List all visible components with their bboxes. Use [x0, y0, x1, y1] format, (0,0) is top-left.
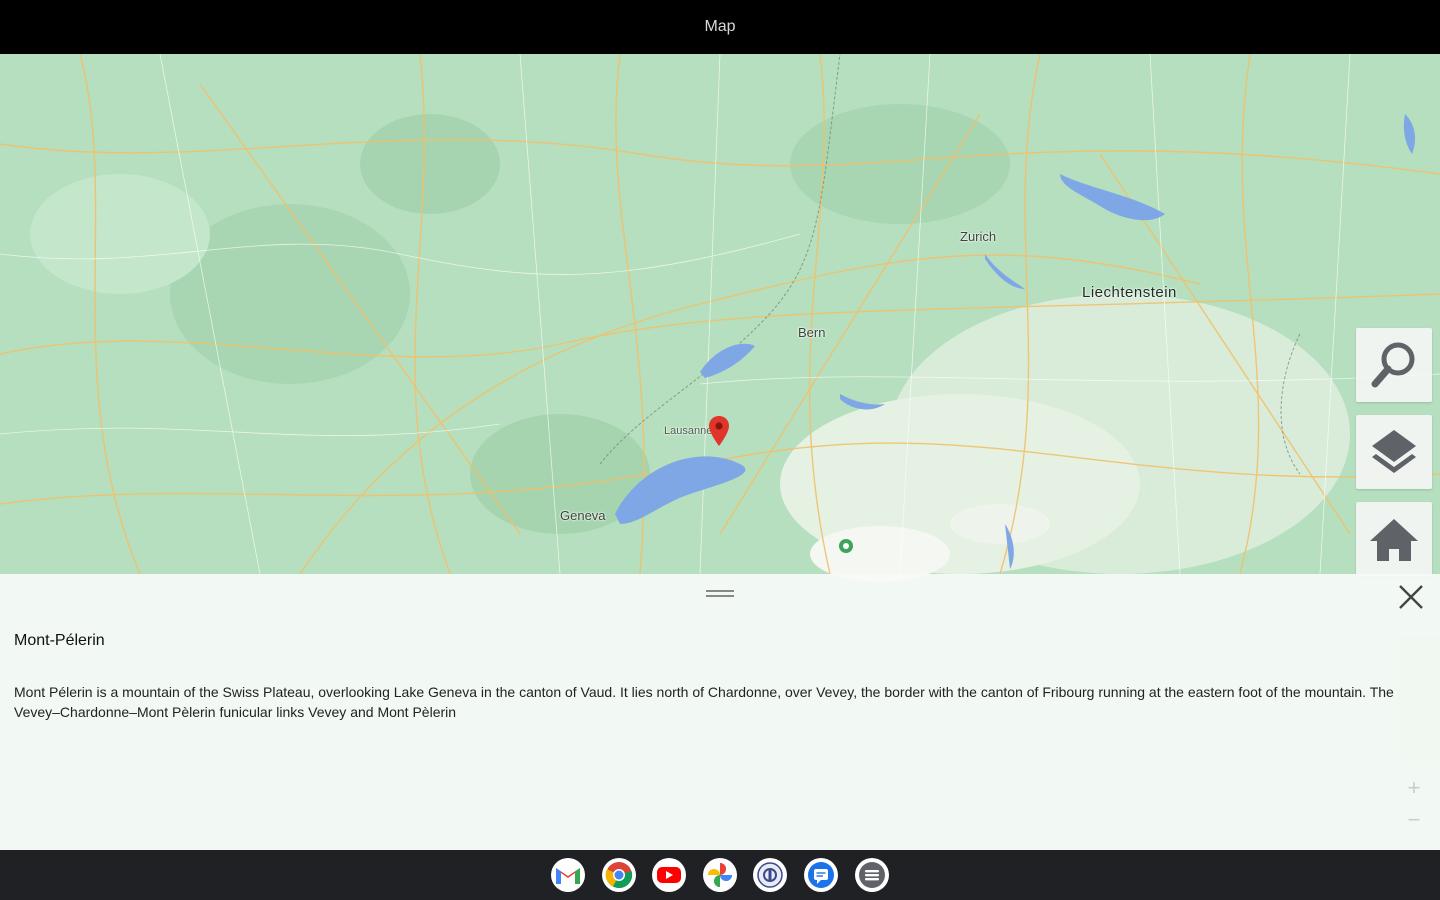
photos-app[interactable] [703, 858, 737, 892]
chrome-icon [605, 862, 633, 889]
close-panel-button[interactable] [1392, 578, 1430, 616]
place-title: Mont-Pélerin [14, 632, 105, 649]
messages-icon [808, 862, 834, 888]
search-icon [1371, 342, 1415, 388]
chrome-app[interactable] [602, 858, 636, 892]
launcher-app[interactable] [855, 858, 889, 892]
search-button[interactable] [1356, 328, 1432, 402]
zoom-in-button[interactable]: + [1398, 774, 1430, 802]
window-title: Map [704, 18, 736, 35]
messages-app[interactable] [804, 858, 838, 892]
panel-drag-handle[interactable] [706, 587, 734, 601]
location-pin-icon[interactable] [708, 416, 730, 448]
layers-button[interactable] [1356, 415, 1432, 489]
close-icon [1399, 585, 1423, 609]
place-info-panel: Mont-Pélerin Mont Pélerin is a mountain … [0, 574, 1440, 850]
map-label-liechtenstein: Liechtenstein [1082, 284, 1177, 301]
map-label-zurich: Zurich [960, 229, 997, 244]
gmail-app[interactable] [551, 858, 585, 892]
youtube-app[interactable] [652, 858, 686, 892]
map-label-geneva: Geneva [560, 508, 606, 523]
photos-icon [708, 863, 732, 887]
youtube-icon [657, 867, 681, 883]
layers-icon [1372, 430, 1416, 473]
zoom-out-button[interactable]: − [1398, 806, 1430, 834]
home-icon [1370, 519, 1418, 561]
settings-app[interactable] [753, 858, 787, 892]
gmail-icon [556, 868, 580, 884]
map-label-bern: Bern [798, 325, 826, 340]
app-icon [757, 862, 783, 888]
place-description: Mont Pélerin is a mountain of the Swiss … [14, 684, 1394, 720]
map-label-lausanne: Lausanne [664, 425, 713, 437]
home-button[interactable] [1356, 502, 1432, 576]
window-titlebar: Map [0, 0, 1440, 54]
menu-app-icon [859, 862, 885, 888]
